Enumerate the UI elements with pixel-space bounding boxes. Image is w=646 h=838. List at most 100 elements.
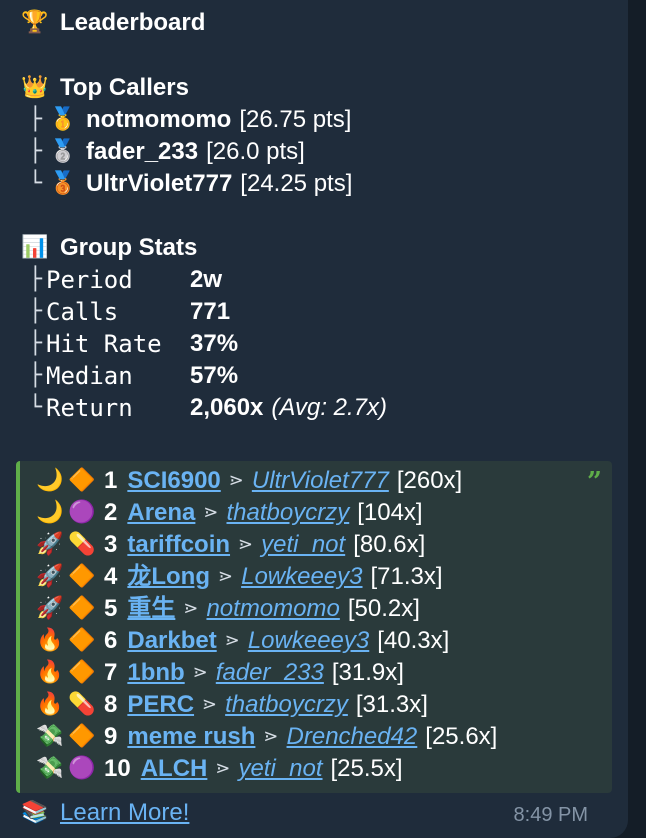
caller-link[interactable]: Lowkeeey3 xyxy=(241,561,362,593)
call-multiplier: [71.3x] xyxy=(370,563,443,590)
caller-link[interactable]: thatboycrzy xyxy=(226,497,349,529)
top-caller-row: └ 🥉 UltrViolet777 [24.25 pts] xyxy=(18,168,353,200)
stat-value: 2,060x xyxy=(190,394,264,421)
arrow-icon: ⋗ xyxy=(192,662,208,683)
call-rank: 6 xyxy=(104,627,118,654)
top-callers-heading: 👑 Top Callers xyxy=(18,72,189,104)
learn-more: 📚 Learn More! xyxy=(18,797,189,829)
token-link[interactable]: tariffcoin xyxy=(127,529,230,561)
tree-branch: ├ xyxy=(28,363,42,388)
stat-row-period: ├ Period 2w xyxy=(18,264,222,296)
title-text: Leaderboard xyxy=(60,9,206,36)
call-row: 🔥 💊 8 PERC ⋗ thatboycrzy [31.3x] xyxy=(34,689,428,721)
caller-name: UltrViolet777 xyxy=(86,170,233,197)
call-rank: 9 xyxy=(104,723,118,750)
token-link[interactable]: 1bnb xyxy=(127,657,184,689)
caller-points: [26.0 pts] xyxy=(206,138,305,165)
stat-value: 771 xyxy=(190,298,231,325)
tree-branch: ├ xyxy=(28,299,42,324)
message-timestamp: 8:49 PM xyxy=(513,804,588,826)
tree-branch: ├ xyxy=(28,139,42,164)
token-link[interactable]: PERC xyxy=(127,689,194,721)
tree-branch: └ xyxy=(28,171,42,196)
token-link[interactable]: Darkbet xyxy=(127,625,216,657)
rocket-icon: 🚀 xyxy=(36,532,64,557)
caller-name: notmomomo xyxy=(86,106,232,133)
call-row: 🚀 🔶 4 龙Long ⋗ Lowkeeey3 [71.3x] xyxy=(34,561,443,593)
first-place-medal-icon: 🥇 xyxy=(49,107,77,132)
stat-label: Calls xyxy=(46,298,119,326)
call-multiplier: [25.5x] xyxy=(330,755,403,782)
orange-diamond-icon: 🔶 xyxy=(68,724,96,749)
call-multiplier: [80.6x] xyxy=(353,531,426,558)
trophy-icon: 🏆 xyxy=(21,10,49,35)
call-row: 💸 🔶 9 meme rush ⋗ Drenched42 [25.6x] xyxy=(34,721,497,753)
arrow-icon: ⋗ xyxy=(218,566,234,587)
caller-points: [24.25 pts] xyxy=(240,170,353,197)
orange-diamond-icon: 🔶 xyxy=(68,660,96,685)
tree-branch: ├ xyxy=(28,267,42,292)
call-row: 🌙 🟣 2 Arena ⋗ thatboycrzy [104x] xyxy=(34,497,423,529)
third-place-medal-icon: 🥉 xyxy=(49,171,77,196)
top-caller-row: ├ 🥇 notmomomo [26.75 pts] xyxy=(18,104,352,136)
caller-link[interactable]: UltrViolet777 xyxy=(252,465,389,497)
money-wings-icon: 💸 xyxy=(36,756,64,781)
call-rank: 5 xyxy=(104,595,118,622)
token-link[interactable]: ALCH xyxy=(141,753,208,785)
caller-link[interactable]: yeti_not xyxy=(238,753,322,785)
fire-icon: 🔥 xyxy=(36,692,64,717)
call-multiplier: [260x] xyxy=(396,467,463,494)
call-row: 🔥 🔶 7 1bnb ⋗ fader_233 [31.9x] xyxy=(34,657,404,689)
token-link[interactable]: 龙Long xyxy=(127,561,210,593)
purple-circle-icon: 🟣 xyxy=(68,500,96,525)
call-rank: 1 xyxy=(104,467,118,494)
rocket-icon: 🚀 xyxy=(36,564,64,589)
crescent-moon-icon: 🌙 xyxy=(36,468,64,493)
call-multiplier: [104x] xyxy=(357,499,423,526)
group-stats-label: Group Stats xyxy=(60,234,198,261)
call-row: 🌙 🔶 1 SCI6900 ⋗ UltrViolet777 [260x] xyxy=(34,465,462,497)
call-row: 💸 🟣 10 ALCH ⋗ yeti_not [25.5x] xyxy=(34,753,403,785)
tree-branch: ├ xyxy=(28,107,42,132)
arrow-icon: ⋗ xyxy=(202,694,218,715)
call-multiplier: [25.6x] xyxy=(425,723,498,750)
caller-name: fader_233 xyxy=(86,138,199,165)
caller-link[interactable]: thatboycrzy xyxy=(225,689,348,721)
arrow-icon: ⋗ xyxy=(263,726,279,747)
token-link[interactable]: meme rush xyxy=(127,721,255,753)
fire-icon: 🔥 xyxy=(36,628,64,653)
message-bubble: 🏆 Leaderboard 👑 Top Callers ├ 🥇 notmomom… xyxy=(0,0,628,838)
arrow-icon: ⋗ xyxy=(224,630,240,651)
orange-diamond-icon: 🔶 xyxy=(68,468,96,493)
call-multiplier: [40.3x] xyxy=(377,627,450,654)
group-stats-heading: 📊 Group Stats xyxy=(18,232,197,264)
quote-icon: ” xyxy=(587,467,602,497)
purple-circle-icon: 🟣 xyxy=(68,756,96,781)
tree-branch: ├ xyxy=(28,331,42,356)
caller-link[interactable]: notmomomo xyxy=(206,593,339,625)
token-link[interactable]: Arena xyxy=(127,497,195,529)
call-rank: 10 xyxy=(104,755,131,782)
money-wings-icon: 💸 xyxy=(36,724,64,749)
orange-diamond-icon: 🔶 xyxy=(68,564,96,589)
call-rank: 3 xyxy=(104,531,118,558)
top-callers-label: Top Callers xyxy=(60,74,189,101)
stat-label: Period xyxy=(46,266,133,294)
tree-branch: └ xyxy=(28,395,42,420)
caller-link[interactable]: Lowkeeey3 xyxy=(248,625,369,657)
token-link[interactable]: 重生 xyxy=(127,593,175,625)
arrow-icon: ⋗ xyxy=(183,598,199,619)
call-rank: 2 xyxy=(104,499,118,526)
caller-link[interactable]: fader_233 xyxy=(216,657,324,689)
learn-more-link[interactable]: Learn More! xyxy=(60,797,189,829)
arrow-icon: ⋗ xyxy=(215,758,231,779)
calls-quote-block: ” 🌙 🔶 1 SCI6900 ⋗ UltrViolet777 [260x] 🌙… xyxy=(16,461,612,793)
pill-icon: 💊 xyxy=(68,532,96,557)
caller-link[interactable]: yeti_not xyxy=(261,529,345,561)
arrow-icon: ⋗ xyxy=(228,470,244,491)
bar-chart-icon: 📊 xyxy=(21,235,49,260)
call-rank: 7 xyxy=(104,659,118,686)
call-row: 🚀 💊 3 tariffcoin ⋗ yeti_not [80.6x] xyxy=(34,529,425,561)
token-link[interactable]: SCI6900 xyxy=(127,465,220,497)
caller-link[interactable]: Drenched42 xyxy=(287,721,418,753)
